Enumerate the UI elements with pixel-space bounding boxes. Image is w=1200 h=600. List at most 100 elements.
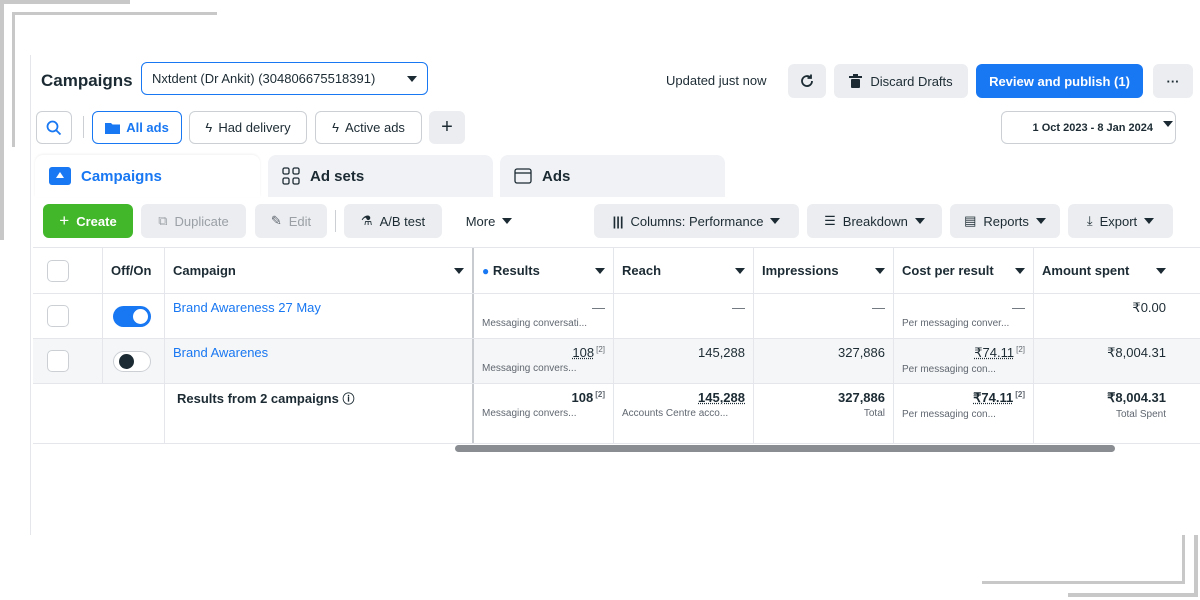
discard-drafts-button[interactable]: Discard Drafts xyxy=(834,64,968,98)
duplicate-icon: ⧉ xyxy=(158,213,168,228)
tab-ad-sets[interactable]: Ad sets xyxy=(268,155,493,197)
amount-cell: ₹8,004.31 xyxy=(1034,339,1174,383)
breakdown-button[interactable]: ☰ Breakdown xyxy=(807,204,942,238)
impressions-cell: 327,886 xyxy=(754,339,894,383)
column-header-offon[interactable]: Off/On xyxy=(103,248,165,293)
frame-decoration xyxy=(12,12,217,15)
more-button[interactable]: More xyxy=(454,204,524,238)
amount-value: ₹8,004.31 xyxy=(1107,345,1166,360)
results-subtext: Messaging convers... xyxy=(482,363,577,374)
tab-campaigns[interactable]: Campaigns xyxy=(35,155,260,197)
duplicate-button[interactable]: ⧉ Duplicate xyxy=(141,204,246,238)
frame-decoration xyxy=(1068,593,1198,597)
sort-caret-icon xyxy=(735,267,745,274)
summary-reach-subtext: Accounts Centre acco... xyxy=(622,408,729,419)
sort-caret-icon xyxy=(1156,267,1166,274)
tab-ads[interactable]: Ads xyxy=(500,155,725,197)
results-value: — xyxy=(592,300,605,315)
summary-results-cell: 108 [2] Messaging convers... xyxy=(474,384,614,443)
cost-value: ₹74.11 xyxy=(974,345,1015,360)
create-button[interactable]: + Create xyxy=(43,204,133,238)
select-all-checkbox[interactable] xyxy=(47,259,69,282)
date-range-label: 1 Oct 2023 - 8 Jan 2024 xyxy=(1032,121,1153,134)
frame-decoration xyxy=(982,581,1185,584)
header-bar: Campaigns Nxtdent (Dr Ankit) (3048066755… xyxy=(31,55,1200,105)
sort-caret-icon xyxy=(454,267,464,274)
grid-icon xyxy=(282,167,300,185)
campaign-name-link[interactable]: Brand Awarenes xyxy=(173,345,268,360)
review-publish-button[interactable]: Review and publish (1) xyxy=(976,64,1143,98)
column-header-results[interactable]: ● Results xyxy=(474,248,614,293)
edit-button[interactable]: ✎ Edit xyxy=(255,204,327,238)
reach-value: — xyxy=(732,300,745,315)
campaign-name-cell: Brand Awareness 27 May xyxy=(165,294,474,338)
lightning-icon: ϟ xyxy=(332,120,339,135)
column-header-campaign[interactable]: Campaign xyxy=(165,248,474,293)
summary-impressions-subtext: Total xyxy=(863,408,885,419)
account-selector[interactable]: Nxtdent (Dr Ankit) (304806675518391) xyxy=(141,62,428,95)
filter-had-delivery[interactable]: ϟ Had delivery xyxy=(189,111,307,144)
header-label: Off/On xyxy=(111,263,152,278)
columns-button[interactable]: ||| Columns: Performance xyxy=(594,204,799,238)
table-row[interactable]: Brand Awareness 27 May — Messaging conve… xyxy=(33,294,1200,339)
column-header-reach[interactable]: Reach xyxy=(614,248,754,293)
discard-label: Discard Drafts xyxy=(870,73,953,89)
results-cell: — Messaging conversati... xyxy=(474,294,614,338)
sort-caret-icon xyxy=(875,267,885,274)
header-label: Results xyxy=(492,263,540,278)
summary-amount-subtext: Total Spent xyxy=(1115,409,1166,420)
info-icon: ● xyxy=(482,264,490,278)
columns-label: Columns: Performance xyxy=(630,213,764,229)
ads-manager: Campaigns Nxtdent (Dr Ankit) (3048066755… xyxy=(30,55,1200,535)
reports-icon: ▤ xyxy=(964,213,977,228)
campaign-name-link[interactable]: Brand Awareness 27 May xyxy=(173,300,321,315)
refresh-button[interactable] xyxy=(788,64,826,98)
export-button[interactable]: ⤓ Export xyxy=(1068,204,1173,238)
summary-results-value: 108 xyxy=(571,390,594,405)
add-filter-button[interactable]: + xyxy=(429,111,465,144)
campaign-toggle[interactable] xyxy=(113,351,151,372)
frame-decoration xyxy=(0,0,4,240)
summary-label-cell: Results from 2 campaigns ⓘ xyxy=(165,384,474,443)
columns-icon: ||| xyxy=(612,213,624,229)
export-label: Export xyxy=(1099,213,1138,229)
breakdown-label: Breakdown xyxy=(842,213,908,229)
ab-test-label: A/B test xyxy=(379,213,426,229)
toggle-cell xyxy=(103,294,165,338)
summary-cost-value: ₹74.11 xyxy=(973,390,1014,405)
column-header-amount-spent[interactable]: Amount spent xyxy=(1034,248,1174,293)
level-tabs: Campaigns Ad sets Ads xyxy=(31,155,1200,197)
campaign-toggle[interactable] xyxy=(113,306,151,327)
footnote-marker: [2] xyxy=(1016,345,1025,354)
ab-test-button[interactable]: ⚗ A/B test xyxy=(344,204,442,238)
filter-active-ads[interactable]: ϟ Active ads xyxy=(315,111,422,144)
more-options-button[interactable]: ··· xyxy=(1153,64,1193,98)
reach-cell: 145,288 xyxy=(614,339,754,383)
table-row[interactable]: Brand Awarenes 108 [2] Messaging convers.… xyxy=(33,339,1200,384)
row-checkbox[interactable] xyxy=(47,305,69,327)
search-button[interactable] xyxy=(36,111,72,144)
account-name: Nxtdent (Dr Ankit) (304806675518391) xyxy=(152,71,376,86)
footnote-marker: [2] xyxy=(596,345,605,354)
table-header-row: Off/On Campaign ● Results Reach Impressi… xyxy=(33,248,1200,294)
cost-value: — xyxy=(1012,300,1025,315)
chevron-down-icon xyxy=(1035,218,1046,224)
chevron-down-icon xyxy=(1163,121,1173,127)
filter-all-ads[interactable]: All ads xyxy=(92,111,182,144)
page-title: Campaigns xyxy=(41,71,133,90)
info-icon[interactable]: ⓘ xyxy=(342,392,354,406)
toggle-knob xyxy=(133,309,148,324)
frame-decoration xyxy=(0,0,130,4)
reach-cell: — xyxy=(614,294,754,338)
horizontal-scrollbar[interactable] xyxy=(455,445,1115,452)
column-header-impressions[interactable]: Impressions xyxy=(754,248,894,293)
column-header-cost-per-result[interactable]: Cost per result xyxy=(894,248,1034,293)
filter-label: Had delivery xyxy=(218,120,291,135)
chevron-down-icon xyxy=(407,75,417,82)
footnote-marker: [2] xyxy=(1015,390,1025,399)
flask-icon: ⚗ xyxy=(360,213,373,228)
summary-amount-cell: ₹8,004.31 Total Spent xyxy=(1034,384,1174,443)
reports-button[interactable]: ▤ Reports xyxy=(950,204,1060,238)
row-checkbox[interactable] xyxy=(47,350,69,372)
date-range-picker[interactable]: 1 Oct 2023 - 8 Jan 2024 xyxy=(1001,111,1176,144)
